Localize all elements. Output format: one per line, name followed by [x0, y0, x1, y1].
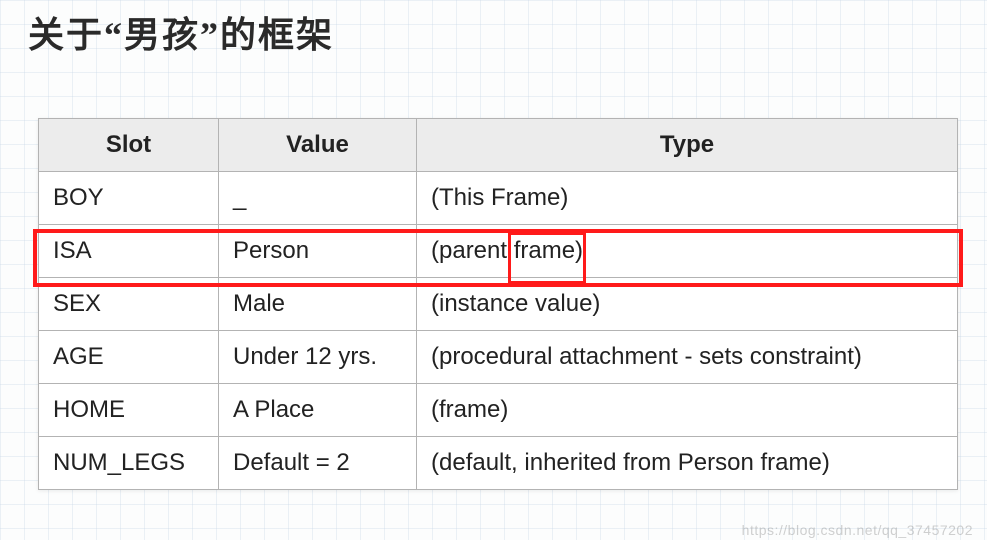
cell-type: (parent frame) — [417, 225, 958, 278]
page-title: 关于“男孩”的框架 — [28, 6, 334, 58]
cell-value: _ — [219, 172, 417, 225]
cell-value: A Place — [219, 384, 417, 437]
cell-slot: ISA — [39, 225, 219, 278]
cell-slot: SEX — [39, 278, 219, 331]
cell-value: Person — [219, 225, 417, 278]
cell-type: (default, inherited from Person frame) — [417, 437, 958, 490]
cell-value: Under 12 yrs. — [219, 331, 417, 384]
table-row: ISA Person (parent frame) — [39, 225, 958, 278]
cell-value: Male — [219, 278, 417, 331]
cell-slot: HOME — [39, 384, 219, 437]
col-header-type: Type — [417, 119, 958, 172]
cell-slot: AGE — [39, 331, 219, 384]
col-header-value: Value — [219, 119, 417, 172]
table-row: NUM_LEGS Default = 2 (default, inherited… — [39, 437, 958, 490]
cell-type: (procedural attachment - sets constraint… — [417, 331, 958, 384]
frame-table: Slot Value Type BOY _ (This Frame) ISA P… — [38, 118, 958, 490]
cell-slot: NUM_LEGS — [39, 437, 219, 490]
cell-type: (instance value) — [417, 278, 958, 331]
cell-type: (This Frame) — [417, 172, 958, 225]
col-header-slot: Slot — [39, 119, 219, 172]
table-row: SEX Male (instance value) — [39, 278, 958, 331]
table-row: BOY _ (This Frame) — [39, 172, 958, 225]
frame-table-container: Slot Value Type BOY _ (This Frame) ISA P… — [38, 118, 958, 490]
table-header-row: Slot Value Type — [39, 119, 958, 172]
table-row: AGE Under 12 yrs. (procedural attachment… — [39, 331, 958, 384]
cell-value: Default = 2 — [219, 437, 417, 490]
watermark-text: https://blog.csdn.net/qq_37457202 — [742, 522, 973, 538]
cell-slot: BOY — [39, 172, 219, 225]
cell-type: (frame) — [417, 384, 958, 437]
table-row: HOME A Place (frame) — [39, 384, 958, 437]
